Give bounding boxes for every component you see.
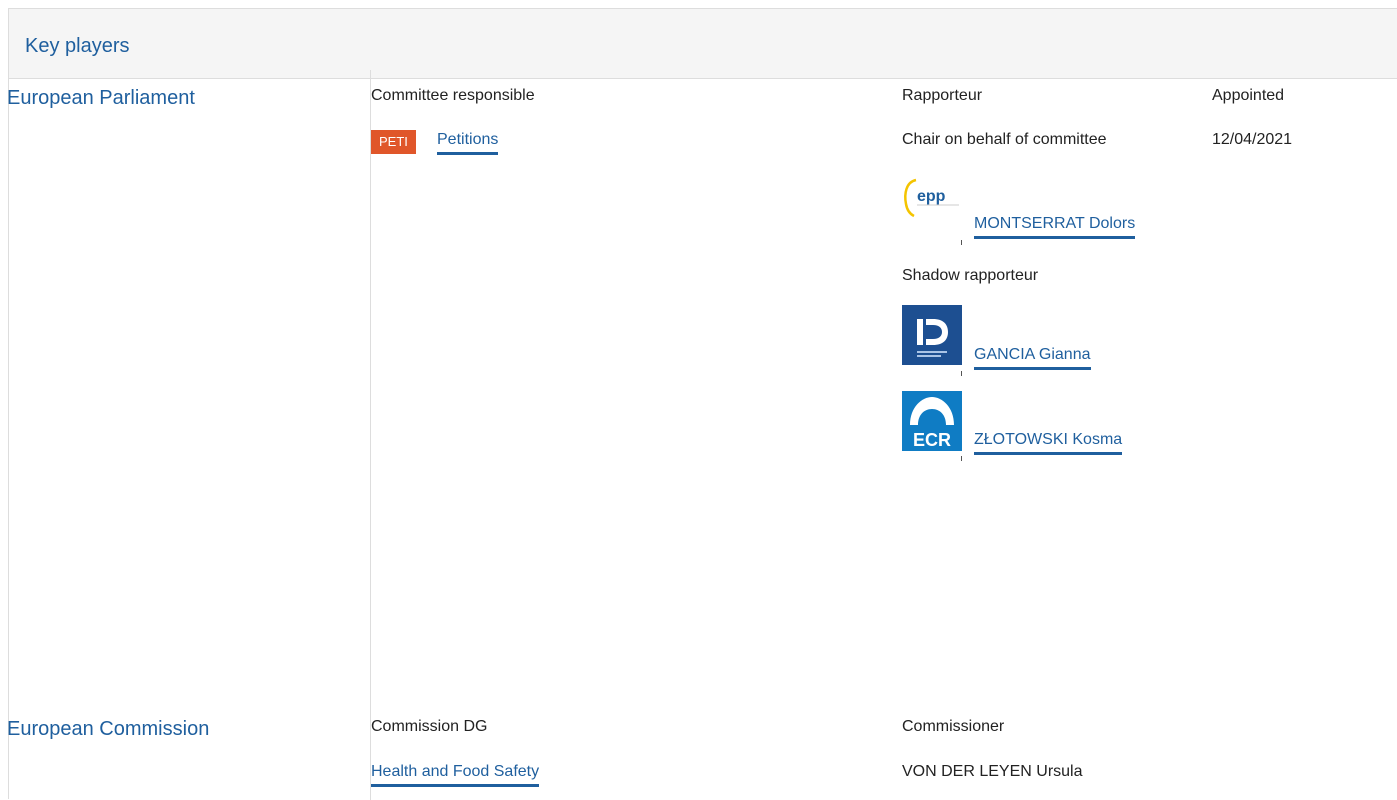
svg-text:epp: epp [917,188,946,205]
epp-logo: epp [902,174,962,230]
panel-header: Key players [9,9,1397,79]
commission-dg-header: Commission DG [371,718,488,735]
institution-european-commission: European Commission [7,718,210,740]
rapporteur-link-montserrat[interactable]: MONTSERRAT Dolors [974,215,1136,239]
appointed-header: Appointed [1212,87,1285,104]
committee-responsible-header: Committee responsible [371,87,535,104]
commission-dg-link[interactable]: Health and Food Safety [371,763,540,787]
id-group-logo [902,305,962,365]
committee-link-petitions[interactable]: Petitions [437,131,499,155]
commissioner-name: VON DER LEYEN Ursula [902,763,1083,780]
chair-role-label: Chair on behalf of committee [902,131,1107,148]
shadow-rapporteur-link-zlotowski[interactable]: ZŁOTOWSKI Kosma [974,431,1123,455]
institution-european-parliament: European Parliament [7,87,195,109]
logo-caption-mark [961,240,962,245]
ecr-logo: ECR [902,391,962,451]
commissioner-header: Commissioner [902,718,1005,735]
svg-text:ECR: ECR [913,430,951,450]
logo-caption-mark [961,371,962,376]
column-divider [370,70,371,800]
committee-badge: PETI [371,130,416,154]
appointed-date: 12/04/2021 [1212,131,1293,148]
shadow-rapporteur-link-gancia[interactable]: GANCIA Gianna [974,346,1091,370]
logo-caption-mark [961,456,962,461]
key-players-panel: Key players [8,8,1397,799]
shadow-rapporteur-header: Shadow rapporteur [902,267,1039,284]
panel-title: Key players [25,35,130,57]
rapporteur-header: Rapporteur [902,87,983,104]
